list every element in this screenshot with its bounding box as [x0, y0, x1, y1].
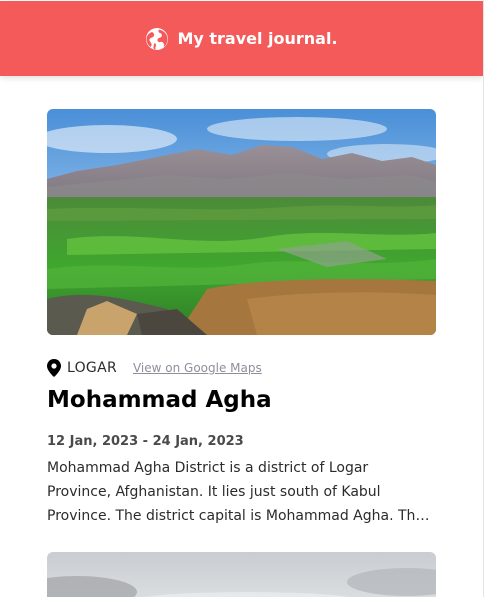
app-header: My travel journal. — [0, 1, 483, 76]
journal-entry: LOGAR View on Google Maps Mohammad Agha … — [47, 109, 436, 528]
entry-location: LOGAR — [67, 360, 117, 376]
app-title: My travel journal. — [177, 29, 338, 48]
entry-title: Mohammad Agha — [47, 387, 272, 413]
journal-entry — [47, 552, 436, 597]
google-maps-link[interactable]: View on Google Maps — [133, 361, 262, 375]
entry-photo — [47, 109, 436, 335]
app-frame: My travel journal. LOGAR View on Google … — [0, 0, 484, 597]
location-row: LOGAR View on Google Maps — [47, 358, 436, 378]
entry-photo — [47, 552, 436, 597]
globe-icon — [145, 27, 169, 51]
entry-dates: 12 Jan, 2023 - 24 Jan, 2023 — [47, 434, 244, 449]
map-pin-icon — [47, 359, 61, 377]
entry-description: Mohammad Agha District is a district of … — [47, 460, 425, 524]
